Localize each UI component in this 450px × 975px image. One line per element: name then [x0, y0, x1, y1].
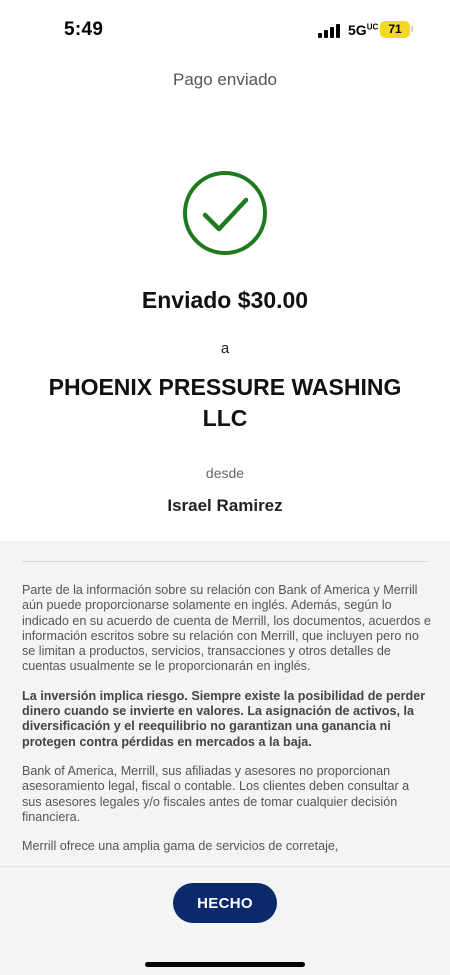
network-indicator: 5GUC: [348, 22, 378, 38]
home-indicator[interactable]: [145, 962, 305, 967]
to-label: a: [220, 340, 230, 357]
disclosure-paragraph: Bank of America, Merrill, sus afiliadas …: [22, 763, 410, 824]
disclosure-paragraph: Parte de la información sobre su relació…: [22, 583, 431, 674]
network-suffix: UC: [366, 22, 379, 32]
disclosure-text: Parte de la información sobre su relació…: [22, 583, 432, 866]
risk-disclosure-paragraph: La inversión implica riesgo. Siempre exi…: [22, 688, 426, 749]
disclosure-panel[interactable]: Parte de la información sobre su relació…: [0, 541, 450, 866]
divider: [22, 561, 428, 562]
done-button[interactable]: HECHO: [173, 883, 277, 923]
battery-icon: 71: [380, 21, 410, 38]
from-label: desde: [205, 465, 245, 481]
status-time: 5:49: [64, 19, 104, 40]
network-label: 5G: [348, 22, 367, 38]
payee-name: PHOENIX PRESSURE WASHING LLC: [48, 374, 402, 431]
sent-amount: Enviado $30.00: [141, 287, 309, 313]
battery-level: 71: [388, 22, 402, 36]
footer: HECHO: [0, 866, 450, 975]
signal-icon: [318, 24, 340, 38]
check-circle-icon: [183, 171, 267, 255]
sender-name: Israel Ramirez: [167, 496, 283, 515]
disclosure-paragraph: Merrill ofrece una amplia gama de servic…: [22, 839, 339, 854]
status-bar: 5:49 5GUC 71: [0, 0, 450, 60]
battery-cap: [411, 26, 413, 32]
page-title: Pago enviado: [173, 70, 277, 89]
